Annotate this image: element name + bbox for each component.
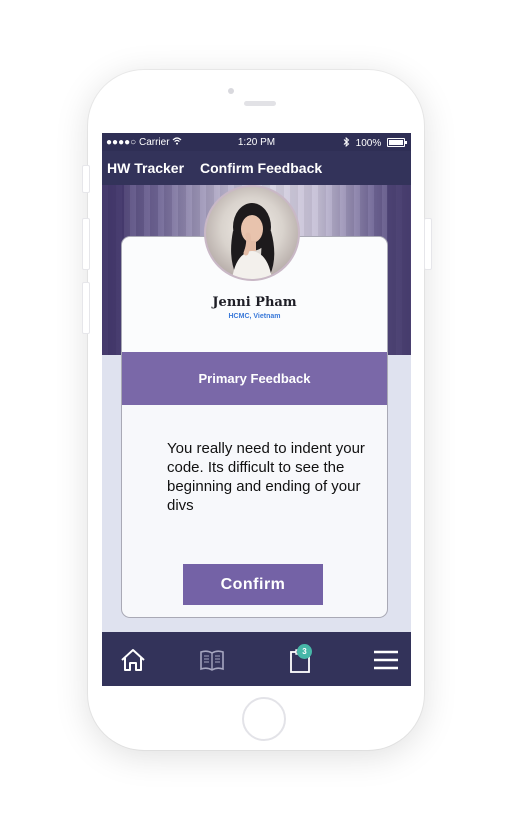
confirm-button[interactable]: Confirm — [183, 564, 323, 605]
front-camera — [228, 88, 234, 94]
battery-icon — [387, 138, 407, 147]
status-right: 100% — [343, 136, 407, 149]
bluetooth-icon — [343, 136, 350, 148]
page-title: Confirm Feedback — [200, 160, 323, 176]
battery-percent: 100% — [355, 138, 382, 149]
mute-switch — [82, 165, 90, 193]
avatar[interactable] — [204, 185, 300, 281]
power-button — [424, 218, 432, 270]
menu-icon[interactable] — [372, 646, 400, 674]
status-bar: ●●●●○ Carrier 1:20 PM 100% — [102, 133, 411, 151]
tab-bar: 3 — [102, 632, 411, 686]
bookshelf-right-decoration — [387, 185, 411, 355]
home-button[interactable] — [242, 697, 286, 741]
feedback-card: Jenni Pham HCMC, Vietnam Primary Feedbac… — [121, 236, 388, 618]
volume-down-button — [82, 282, 90, 334]
home-icon[interactable] — [119, 646, 147, 674]
app-screen: ●●●●○ Carrier 1:20 PM 100% HW Tracker Co… — [102, 133, 411, 686]
avatar-photo — [231, 203, 275, 279]
book-icon[interactable] — [198, 646, 226, 674]
profile-name: Jenni Pham — [212, 295, 297, 310]
notification-badge: 3 — [297, 644, 312, 659]
feedback-message: You really need to indent your code. Its… — [167, 440, 365, 514]
earpiece-speaker — [244, 101, 276, 106]
profile-location: HCMC, Vietnam — [228, 313, 281, 320]
volume-up-button — [82, 218, 90, 270]
primary-feedback-header: Primary Feedback — [122, 352, 387, 405]
app-title[interactable]: HW Tracker — [107, 160, 184, 176]
navigation-bar: HW Tracker Confirm Feedback — [102, 151, 411, 185]
